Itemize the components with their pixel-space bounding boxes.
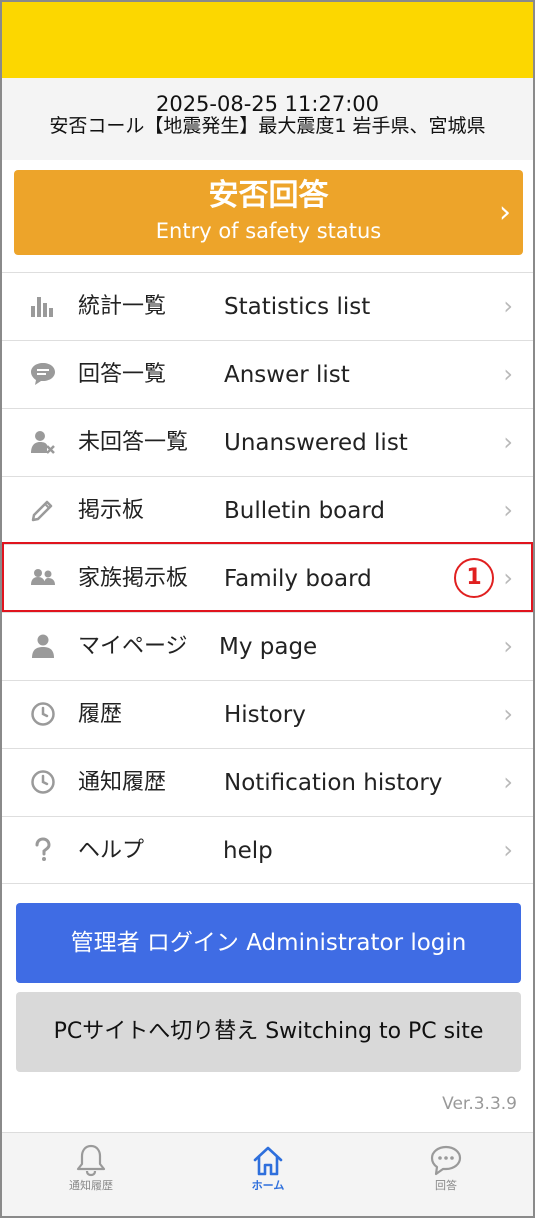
menu-item-ja-label: 履歴 [78,702,123,727]
menu-item-en-label: Notification history [224,770,443,796]
menu-item-ja-label: 通知履歴 [78,770,167,795]
pencil-icon [31,500,53,522]
menu-item-en-label: Unanswered list [224,430,408,456]
chevron-right-icon: › [503,292,513,320]
menu-item-history[interactable]: 履歴 History › [2,680,533,748]
menu-item-ja-label: 未回答一覧 [78,430,189,455]
speech-bubble-icon [31,363,55,385]
menu-item-bulletin-board[interactable]: 掲示板 Bulletin board › [2,476,533,544]
menu-item-statistics[interactable]: 統計一覧 Statistics list › [2,272,533,340]
menu-item-my-page[interactable]: マイページ My page › [2,612,533,680]
question-icon [35,837,51,861]
annotation-badge: 1 [454,558,494,598]
home-icon [253,1146,283,1176]
tab-answer[interactable]: 回答 [391,1143,501,1193]
chevron-right-icon: › [503,836,513,864]
tab-label: ホーム [251,1179,285,1192]
tab-home[interactable]: ホーム [213,1143,323,1193]
tab-notification-history[interactable]: 通知履歴 [36,1143,146,1193]
safety-answer-subtitle: Entry of safety status [155,219,382,243]
tab-label: 回答 [435,1179,457,1192]
clock-icon [31,770,55,794]
menu-item-en-label: Answer list [224,362,350,388]
menu-item-unanswered-list[interactable]: 未回答一覧 Unanswered list › [2,408,533,476]
menu-item-family-board[interactable]: 家族掲示板 Family board 1 › [2,544,533,612]
family-icon [31,569,55,585]
chevron-right-icon: › [503,700,513,728]
menu-item-en-label: History [224,702,306,728]
safety-answer-title: 安否回答 [208,178,329,213]
menu-item-answer-list[interactable]: 回答一覧 Answer list › [2,340,533,408]
menu-item-ja-label: 掲示板 [78,498,145,523]
tab-label: 通知履歴 [69,1179,113,1192]
clock-icon [31,702,55,726]
chevron-right-icon: › [503,564,513,592]
pc-site-switch-button[interactable]: PCサイトへ切り替え Switching to PC site [16,992,521,1072]
menu-item-en-label: My page [219,634,318,660]
safety-answer-button[interactable]: 安否回答 Entry of safety status › [14,170,523,255]
menu-item-ja-label: 家族掲示板 [78,566,189,591]
bell-icon [76,1144,106,1177]
menu-item-en-label: Family board [224,566,372,592]
alert-header: 2025-08-25 11:27:00 安否コール【地震発生】最大震度1 岩手県… [2,78,533,160]
menu-item-ja-label: マイページ [78,634,188,659]
menu-item-notification-history[interactable]: 通知履歴 Notification history › [2,748,533,816]
chevron-right-icon: › [503,360,513,388]
menu-item-en-label: help [223,838,273,864]
menu-item-ja-label: 統計一覧 [78,294,167,319]
chevron-right-icon: › [503,428,513,456]
chevron-right-icon: › [503,632,513,660]
bottom-tab-bar: 通知履歴 ホーム 回答 [2,1132,533,1216]
menu-item-en-label: Statistics list [224,294,371,320]
menu-item-ja-label: 回答一覧 [78,362,167,387]
chat-icon [430,1145,462,1176]
alert-message: 安否コール【地震発生】最大震度1 岩手県、宮城県 [49,115,486,137]
app-frame: 2025-08-25 11:27:00 安否コール【地震発生】最大震度1 岩手県… [0,0,535,1218]
user-x-icon [31,431,55,454]
top-status-bar [2,2,533,78]
menu-item-ja-label: ヘルプ [78,838,145,863]
chevron-right-icon: › [499,195,511,230]
admin-login-button[interactable]: 管理者 ログイン Administrator login [16,903,521,983]
alert-datetime: 2025-08-25 11:27:00 [155,92,380,116]
main-menu: 統計一覧 Statistics list › 回答一覧 Answer list … [2,272,533,884]
chevron-right-icon: › [503,496,513,524]
menu-item-help[interactable]: ヘルプ help › [2,816,533,884]
chevron-right-icon: › [503,768,513,796]
menu-item-en-label: Bulletin board [224,498,385,524]
version-label: Ver.3.3.9 [442,1094,517,1114]
user-icon [32,634,54,658]
bar-chart-icon [31,297,53,317]
